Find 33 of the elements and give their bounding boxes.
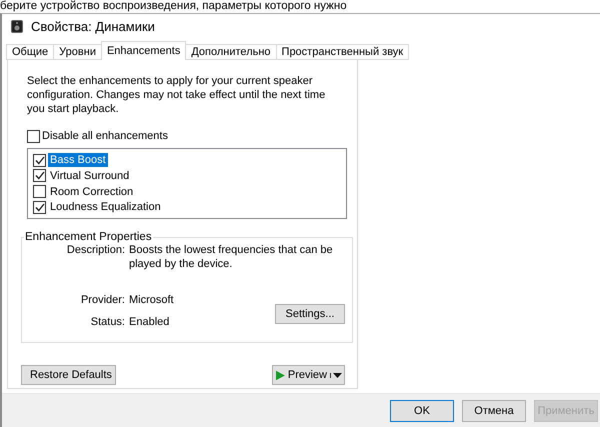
tab[interactable]: Уровни bbox=[53, 44, 102, 60]
caret-icon bbox=[333, 372, 342, 378]
field-label: Status: bbox=[90, 315, 125, 330]
checkbox[interactable] bbox=[33, 185, 46, 198]
field-value: Enabled bbox=[129, 315, 170, 330]
play-icon bbox=[276, 368, 285, 382]
settings-button[interactable]: Settings... bbox=[275, 304, 345, 324]
list-item[interactable]: Virtual Surround bbox=[48, 168, 132, 183]
field-label: Provider: bbox=[80, 293, 125, 308]
tab[interactable]: Enhancements bbox=[100, 41, 186, 60]
dialog-button[interactable]: Отмена bbox=[462, 400, 526, 422]
checkbox[interactable] bbox=[33, 169, 46, 182]
group-title: Enhancement Properties bbox=[24, 231, 153, 244]
tab[interactable]: Пространственный звук bbox=[276, 44, 410, 60]
checkbox[interactable] bbox=[33, 154, 46, 167]
window-title: Свойства: Динамики bbox=[31, 19, 155, 34]
field-value: Microsoft bbox=[129, 293, 175, 308]
checkbox-label: Disable all enhancements bbox=[42, 130, 168, 142]
speaker-icon bbox=[11, 20, 23, 34]
checkbox[interactable] bbox=[33, 200, 46, 214]
preview-button[interactable]: Preview bbox=[272, 365, 345, 386]
list-item[interactable]: Room Correction bbox=[48, 184, 136, 199]
field-value: Boosts the lowest frequencies that can be played by the device. bbox=[129, 243, 334, 272]
field-label: Description: bbox=[66, 243, 125, 258]
list-item[interactable]: Bass Boost bbox=[48, 153, 108, 168]
restore-defaults-button[interactable]: Restore Defaults bbox=[21, 365, 116, 386]
background-window-text: берите устройство воспроизведения, параметры которого нужно bbox=[0, 0, 347, 13]
intro-text: Select the enhancements to apply for your current speaker configuration. Changes may not take effect until the next time you start playback. bbox=[27, 74, 326, 116]
dialog-button[interactable]: OK bbox=[390, 400, 454, 422]
checkbox[interactable] bbox=[27, 130, 40, 143]
tab[interactable]: Общие bbox=[6, 44, 54, 60]
list-item[interactable]: Loudness Equalization bbox=[48, 200, 163, 214]
tab[interactable]: Дополнительно bbox=[185, 44, 277, 60]
